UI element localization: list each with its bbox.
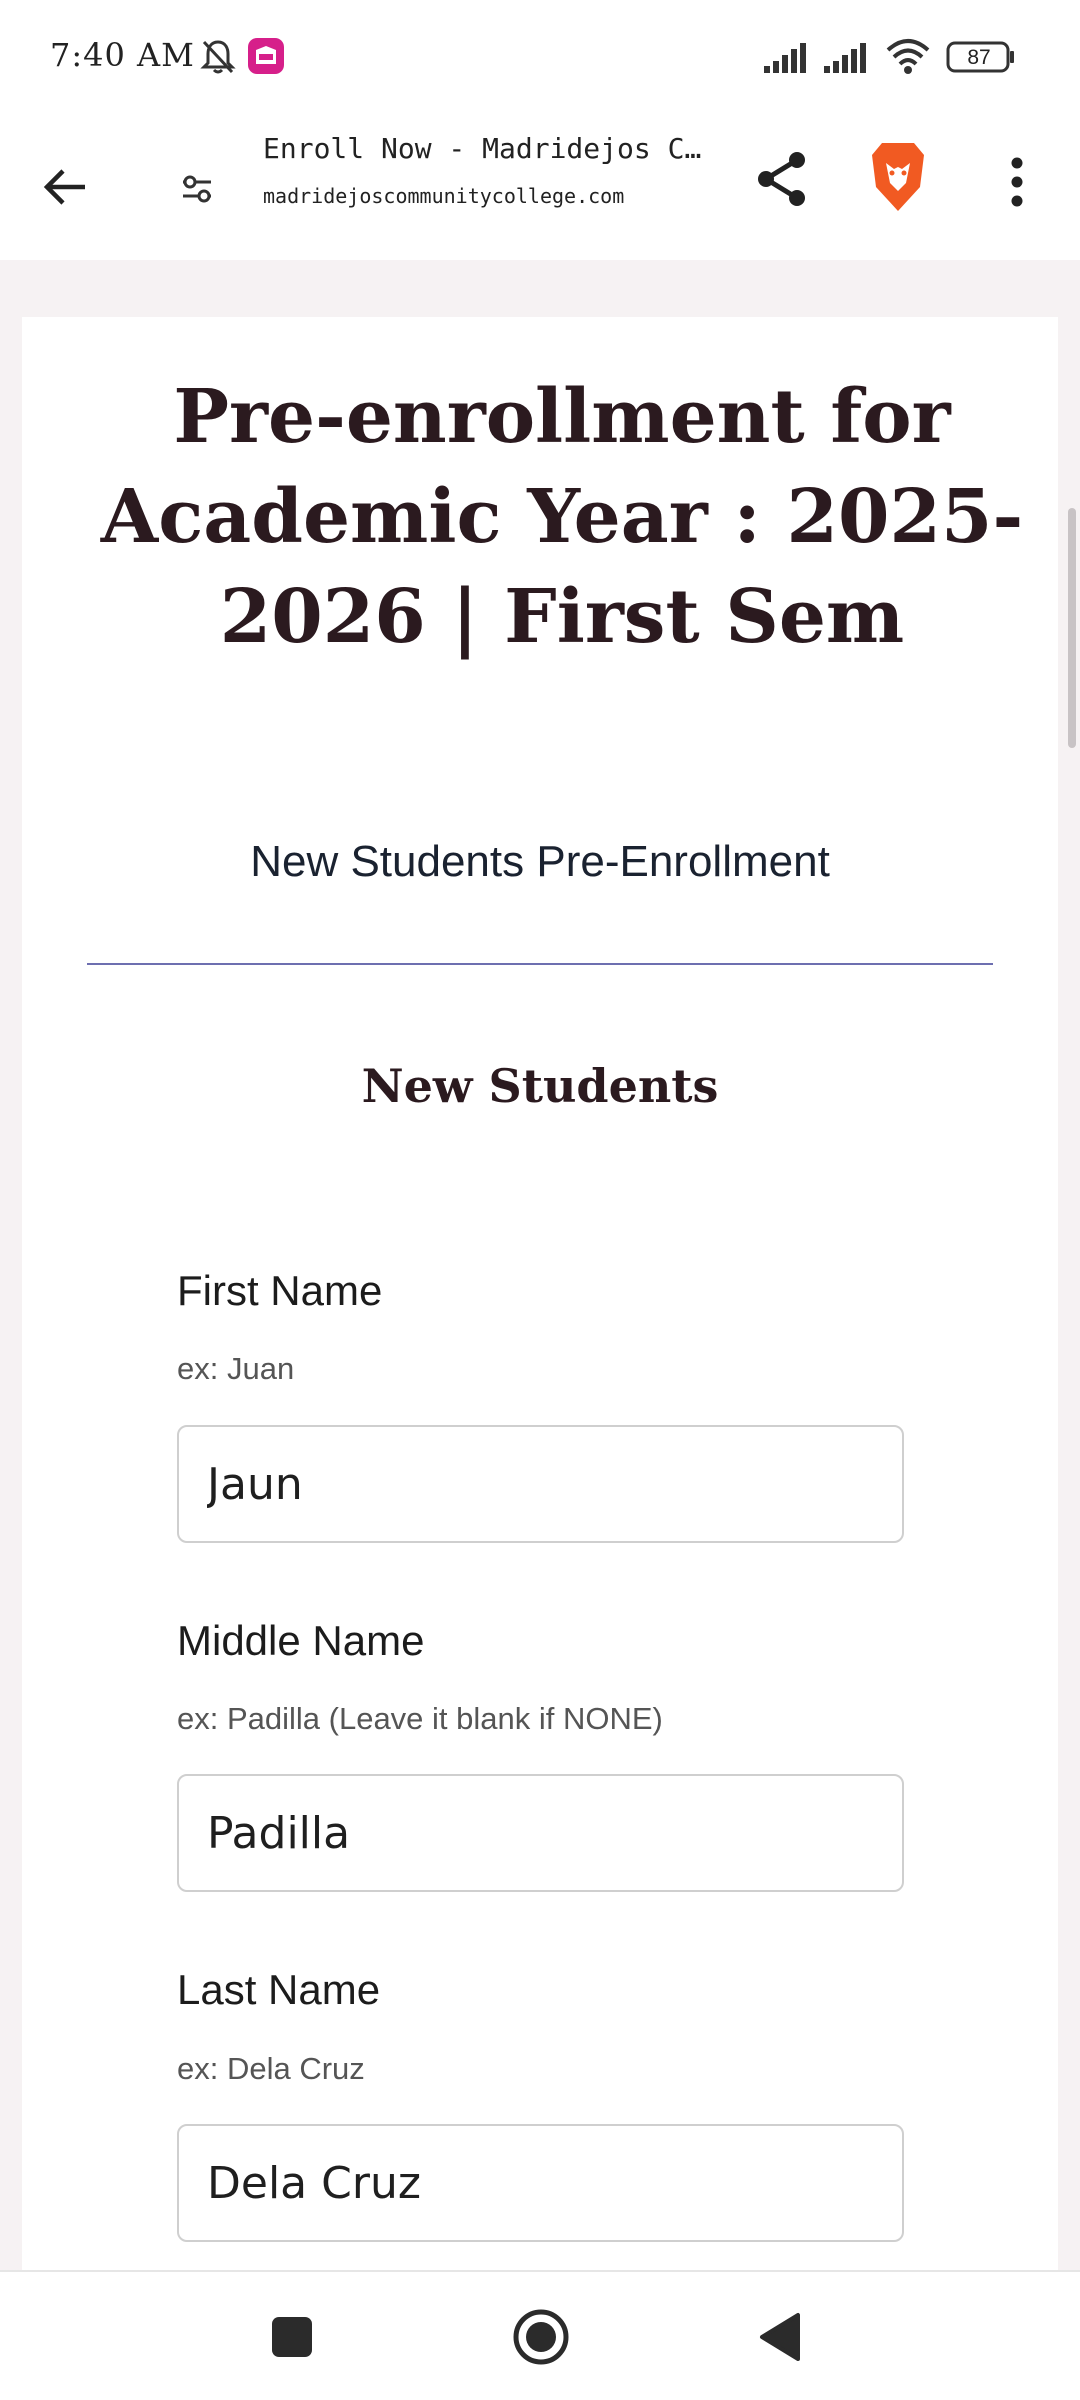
back-arrow-icon (43, 169, 85, 205)
web-content[interactable]: Pre-enrollment for Academic Year : 2025-… (0, 260, 1080, 2270)
page-title[interactable]: Enroll Now - Madridejos C··· (263, 132, 703, 165)
status-bar: 7:40 AM 87 (0, 0, 1080, 112)
browser-toolbar: Enroll Now - Madridejos C··· madridejosc… (0, 112, 1080, 260)
enrollment-form-card: Pre-enrollment for Academic Year : 2025-… (22, 317, 1058, 2270)
first-name-input[interactable] (177, 1425, 904, 1543)
middle-name-hint: ex: Padilla (Leave it blank if NONE) (177, 1701, 663, 1736)
page-url[interactable]: madridejoscommunitycollege.com (263, 184, 703, 208)
home-circle-icon (513, 2309, 569, 2365)
more-vert-icon (1011, 157, 1023, 207)
middle-name-input[interactable] (177, 1774, 904, 1892)
lazada-app-icon (248, 38, 284, 74)
bell-off-icon (200, 40, 236, 74)
recents-button[interactable] (252, 2297, 332, 2377)
status-time: 7:40 AM (50, 36, 195, 74)
first-name-label: First Name (177, 1267, 383, 1314)
home-button[interactable] (496, 2292, 586, 2382)
form-subtitle: New Students Pre-Enrollment (250, 837, 830, 886)
brave-lion-icon (872, 143, 924, 211)
nav-back-button[interactable] (740, 2297, 820, 2377)
divider (87, 963, 993, 965)
signal-icon (824, 43, 866, 73)
more-options-button[interactable] (992, 147, 1042, 217)
middle-name-label: Middle Name (177, 1617, 425, 1664)
page-scrollbar[interactable] (1068, 508, 1076, 748)
back-triangle-icon (760, 2313, 800, 2361)
first-name-hint: ex: Juan (177, 1351, 295, 1386)
recents-square-icon (272, 2317, 312, 2357)
site-settings-button[interactable] (165, 157, 229, 221)
last-name-input[interactable] (177, 2124, 904, 2242)
brave-shields-button[interactable] (860, 132, 936, 222)
share-button[interactable] (745, 142, 819, 216)
wifi-icon (886, 39, 930, 74)
signal-icon (764, 43, 806, 73)
last-name-hint: ex: Dela Cruz (177, 2051, 365, 2086)
last-name-label: Last Name (177, 1966, 381, 2013)
section-title: New Students (361, 1059, 719, 1113)
system-nav-bar (0, 2270, 1080, 2400)
share-icon (758, 152, 805, 206)
battery-level: 87 (967, 46, 991, 69)
back-button[interactable] (30, 152, 100, 222)
page-heading: Pre-enrollment for Academic Year : 2025-… (100, 374, 1024, 660)
site-settings-icon (183, 175, 211, 203)
